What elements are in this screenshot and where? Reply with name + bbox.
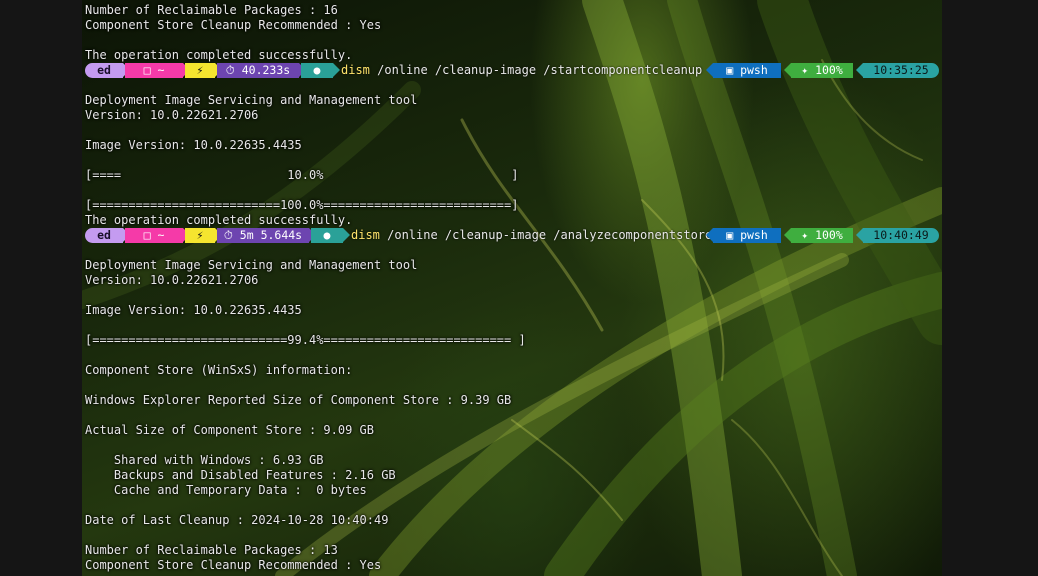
prompt-dir-segment: □ ~ [125, 228, 183, 243]
terminal-output-line: Number of Reclaimable Packages : 16 [85, 3, 338, 17]
prompt-shell-segment: ▣ pwsh [713, 63, 781, 78]
command-text[interactable]: dism /online /cleanup-image /analyzecomp… [351, 228, 712, 243]
terminal-output-line: Image Version: 10.0.22635.4435 [85, 138, 302, 152]
stopwatch-icon: ⏱ [225, 63, 235, 77]
command-name: dism [341, 63, 370, 77]
powerline-separator-icon [706, 63, 713, 77]
prompt-clock-segment-text: 10:40:49 [873, 228, 929, 242]
powerline-separator-icon [784, 63, 791, 77]
prompt-git-segment: ⚡ [185, 63, 215, 78]
drop-icon: ● [313, 63, 321, 77]
command-args: /online /cleanup-image /analyzecomponent… [379, 228, 713, 242]
terminal-output-line: Number of Reclaimable Packages : 13 [85, 543, 338, 557]
prompt-node-segment: ● [311, 228, 343, 243]
powerline-separator-icon [333, 63, 340, 77]
stopwatch-icon: ⏱ [223, 228, 233, 242]
terminal-output-line: Image Version: 10.0.22635.4435 [85, 303, 302, 317]
prompt-user-segment-text: ed [97, 228, 111, 242]
prompt-shell-segment-text: pwsh [740, 228, 768, 242]
terminal-output-line: [===========================99.4%=======… [85, 333, 526, 347]
terminal-output-line: The operation completed successfully. [85, 213, 353, 227]
terminal-output-line: [==========================100.0%=======… [85, 198, 519, 212]
terminal-output-line: Component Store Cleanup Recommended : Ye… [85, 18, 382, 32]
lightning-icon: ⚡ [196, 228, 204, 242]
prompt-clock-segment: 10:40:49 [863, 228, 939, 243]
prompt-git-segment: ⚡ [185, 228, 215, 243]
prompt-duration-segment: ⏱ 40.233s [217, 63, 299, 78]
terminal-output-line: Version: 10.0.22621.2706 [85, 273, 259, 287]
terminal-output-line: Cache and Temporary Data : 0 bytes [85, 483, 367, 497]
plug-icon: ✦ [801, 228, 809, 242]
terminal-output-line: Component Store (WinSxS) information: [85, 363, 353, 377]
prompt-user-segment: ed [85, 63, 123, 78]
command-text[interactable]: dism /online /cleanup-image /startcompon… [341, 63, 702, 78]
folder-icon: □ [143, 63, 151, 77]
plug-icon: ✦ [801, 63, 809, 77]
powerline-separator-icon [706, 228, 713, 242]
lightning-icon: ⚡ [196, 63, 204, 77]
terminal-output-line: Deployment Image Servicing and Managemen… [85, 258, 418, 272]
terminal-output-line: Component Store Cleanup Recommended : Ye… [85, 558, 382, 572]
command-name: dism [351, 228, 380, 242]
terminal-icon: ▣ [726, 228, 734, 242]
prompt-dir-segment-text: ~ [157, 63, 165, 77]
terminal-output-line: Shared with Windows : 6.93 GB [85, 453, 324, 467]
powerline-separator-icon [343, 228, 350, 242]
terminal-icon: ▣ [726, 63, 734, 77]
prompt-battery-segment-text: 100% [815, 63, 843, 77]
terminal-window[interactable]: Number of Reclaimable Packages : 16 Compo… [82, 0, 942, 576]
prompt-shell-segment-text: pwsh [740, 63, 768, 77]
terminal-output-line: [==== 10.0% ] [85, 168, 519, 182]
prompt-battery-segment-text: 100% [815, 228, 843, 242]
terminal-output-line: Version: 10.0.22621.2706 [85, 108, 259, 122]
terminal-output-line: Windows Explorer Reported Size of Compon… [85, 393, 512, 407]
prompt-duration-segment: ⏱ 5m 5.644s [217, 228, 309, 243]
prompt-clock-segment: 10:35:25 [863, 63, 939, 78]
powerline-separator-icon [856, 63, 863, 77]
prompt-clock-segment-text: 10:35:25 [873, 63, 929, 77]
terminal-output-line: Deployment Image Servicing and Managemen… [85, 93, 418, 107]
prompt-dir-segment: □ ~ [125, 63, 183, 78]
drop-icon: ● [323, 228, 331, 242]
terminal-output-line: Actual Size of Component Store : 9.09 GB [85, 423, 374, 437]
prompt-dir-segment-text: ~ [157, 228, 165, 242]
prompt-battery-segment: ✦ 100% [791, 63, 853, 78]
command-args: /online /cleanup-image /startcomponentcl… [369, 63, 703, 77]
terminal-output-line: The operation completed successfully. [85, 48, 353, 62]
prompt-user-segment: ed [85, 228, 123, 243]
prompt-shell-segment: ▣ pwsh [713, 228, 781, 243]
prompt-duration-segment-text: 40.233s [241, 63, 291, 77]
powerline-separator-icon [856, 228, 863, 242]
prompt-user-segment-text: ed [97, 63, 111, 77]
powerline-separator-icon [784, 228, 791, 242]
terminal-output-line: Backups and Disabled Features : 2.16 GB [85, 468, 396, 482]
prompt-battery-segment: ✦ 100% [791, 228, 853, 243]
prompt-node-segment: ● [301, 63, 333, 78]
prompt-duration-segment-text: 5m 5.644s [239, 228, 303, 242]
folder-icon: □ [143, 228, 151, 242]
terminal-output-line: Date of Last Cleanup : 2024-10-28 10:40:… [85, 513, 389, 527]
